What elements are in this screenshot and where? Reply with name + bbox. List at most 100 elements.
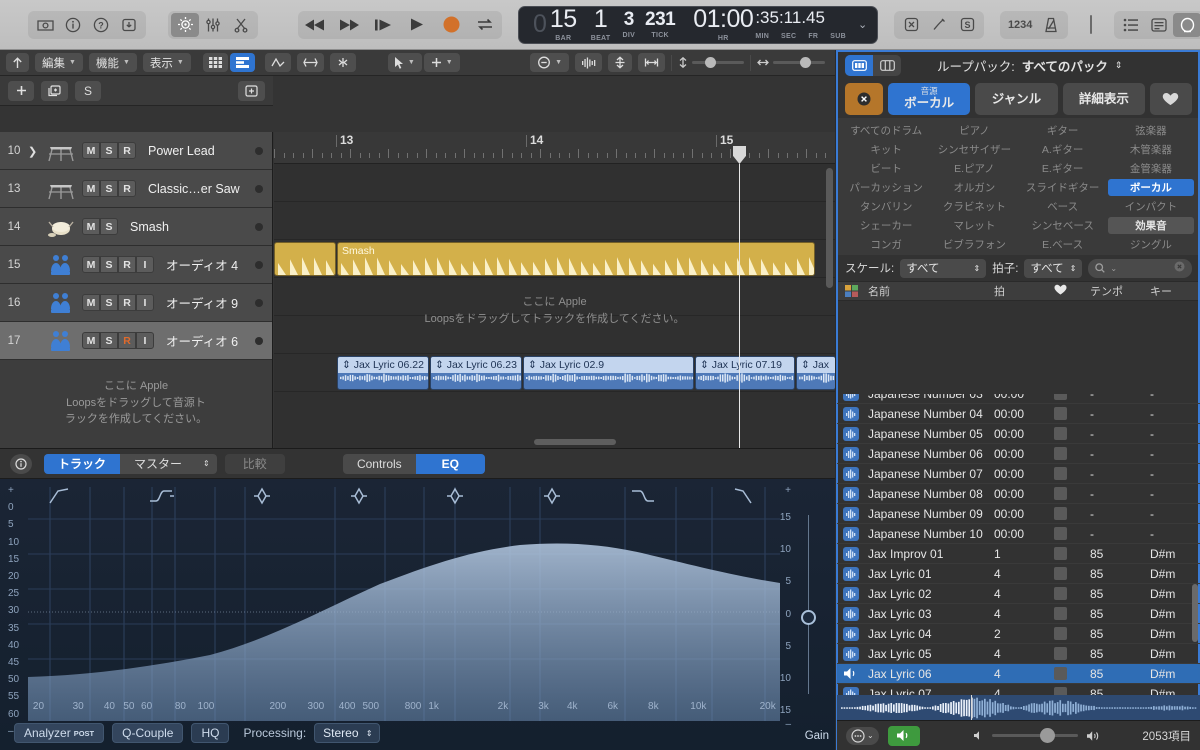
- loop-favorite-checkbox[interactable]: [1054, 607, 1090, 620]
- loop-pack-selector[interactable]: ループパック: すべてのパック ⇕: [937, 56, 1122, 75]
- track-row[interactable]: 10 ❯ M S R Power Lead: [0, 132, 272, 170]
- horizontal-zoom-icon[interactable]: [638, 53, 665, 72]
- loop-category[interactable]: シンセベース: [1020, 217, 1106, 234]
- track-record-dot[interactable]: [255, 223, 263, 231]
- notes-icon[interactable]: [1145, 13, 1173, 37]
- track-config-button[interactable]: [238, 81, 265, 101]
- loop-row[interactable]: Jax Lyric 07 4 85 D#m: [837, 684, 1200, 695]
- highpass-icon[interactable]: [48, 487, 72, 508]
- track-i-button[interactable]: I: [136, 294, 154, 311]
- track-record-dot[interactable]: [255, 337, 263, 345]
- loop-category[interactable]: 金管楽器: [1108, 160, 1194, 177]
- view-menu[interactable]: 表示 ▼: [143, 53, 191, 72]
- loop-favorite-checkbox[interactable]: [1054, 567, 1090, 580]
- favorites-icon[interactable]: [1150, 83, 1192, 115]
- rewind-icon[interactable]: [301, 13, 329, 37]
- eq-scope-tabs[interactable]: トラック マスター ⇕: [44, 454, 217, 474]
- bell-icon[interactable]: [443, 487, 467, 508]
- lowpass-icon[interactable]: [733, 487, 757, 508]
- canvas-horizontal-scrollbar[interactable]: [534, 439, 616, 445]
- go-to-start-icon[interactable]: [369, 13, 397, 37]
- q-couple-button[interactable]: Q-Couple: [112, 723, 183, 743]
- audio-loop-icon[interactable]: [837, 687, 865, 696]
- gain-slider-track[interactable]: [808, 515, 809, 694]
- loop-category[interactable]: スライドギター: [1020, 179, 1106, 196]
- fade-icon[interactable]: [330, 53, 356, 72]
- edit-menu[interactable]: 編集 ▼: [35, 53, 83, 72]
- horizontal-zoom-slider[interactable]: [757, 58, 825, 67]
- command-tool-icon[interactable]: ▼: [424, 53, 460, 72]
- record-icon[interactable]: [437, 13, 465, 37]
- loop-favorite-checkbox[interactable]: [1054, 467, 1090, 480]
- track-i-button[interactable]: I: [136, 332, 154, 349]
- track-r-button[interactable]: R: [118, 180, 136, 197]
- region[interactable]: ⇕ Jax Lyric 02.9: [523, 356, 694, 390]
- loop-row[interactable]: Jax Lyric 05 4 85 D#m: [837, 644, 1200, 664]
- master-level-meter[interactable]: [1090, 15, 1092, 34]
- loop-row[interactable]: Jax Lyric 03 4 85 D#m: [837, 604, 1200, 624]
- loop-favorite-checkbox[interactable]: [1054, 447, 1090, 460]
- speaker-icon[interactable]: [888, 726, 920, 746]
- meter-select[interactable]: すべて ⇕: [1024, 259, 1082, 278]
- loop-favorite-checkbox[interactable]: [1054, 627, 1090, 640]
- vertical-zoom-slider[interactable]: [678, 57, 744, 68]
- canvas-vertical-scrollbar[interactable]: [826, 168, 833, 288]
- loop-category[interactable]: ベース: [1020, 198, 1106, 215]
- track-r-button[interactable]: R: [118, 332, 136, 349]
- bell-icon[interactable]: [250, 487, 274, 508]
- add-track-button[interactable]: [8, 81, 34, 101]
- loop-category[interactable]: オルガン: [931, 179, 1017, 196]
- track-i-button[interactable]: I: [136, 256, 154, 273]
- track-s-button[interactable]: S: [100, 332, 118, 349]
- grid-view-icon[interactable]: [203, 53, 228, 72]
- audio-icon[interactable]: [42, 288, 80, 318]
- loop-category[interactable]: ジングル: [1108, 236, 1194, 253]
- loop-category[interactable]: クラビネット: [931, 198, 1017, 215]
- automation-icon[interactable]: [265, 53, 291, 72]
- tab-master[interactable]: マスター: [120, 454, 196, 474]
- compare-button[interactable]: 比較: [225, 454, 285, 474]
- track-m-button[interactable]: M: [82, 256, 100, 273]
- track-row[interactable]: 13 M S R Classic…er Saw: [0, 170, 272, 208]
- audio-loop-icon[interactable]: [837, 567, 865, 581]
- track-m-button[interactable]: M: [82, 332, 100, 349]
- tuner-icon[interactable]: [925, 13, 953, 37]
- loop-category[interactable]: マレット: [931, 217, 1017, 234]
- audio-loop-icon[interactable]: [837, 447, 865, 461]
- mixer-icon[interactable]: [199, 13, 227, 37]
- info-icon[interactable]: [59, 13, 87, 37]
- audio-loop-icon[interactable]: [837, 627, 865, 641]
- track-disclosure-icon[interactable]: ❯: [28, 144, 42, 158]
- eq-view-tabs[interactable]: Controls EQ: [343, 454, 485, 474]
- track-m-button[interactable]: M: [82, 294, 100, 311]
- search-chevron-icon[interactable]: ⌄: [1110, 264, 1117, 273]
- loop-row[interactable]: Japanese Number 06 00:00- -: [837, 444, 1200, 464]
- options-icon[interactable]: ⌄: [846, 727, 879, 745]
- loop-row[interactable]: Jax Improv 01 1 85 D#m: [837, 544, 1200, 564]
- loop-category[interactable]: ビート: [843, 160, 929, 177]
- track-name[interactable]: Power Lead: [148, 144, 255, 158]
- loop-category[interactable]: ビブラフォン: [931, 236, 1017, 253]
- hq-button[interactable]: HQ: [191, 723, 229, 743]
- track-name[interactable]: オーディオ 9: [166, 293, 255, 312]
- loop-favorite-checkbox[interactable]: [1054, 667, 1090, 680]
- track-record-dot[interactable]: [255, 147, 263, 155]
- loop-category[interactable]: インパクト: [1108, 198, 1194, 215]
- low-latency-icon[interactable]: [897, 13, 925, 37]
- loop-row[interactable]: Japanese Number 10 00:00- -: [837, 524, 1200, 544]
- loop-favorite-checkbox[interactable]: [1054, 687, 1090, 695]
- gain-slider-knob[interactable]: [801, 610, 816, 625]
- track-s-button[interactable]: S: [100, 142, 118, 159]
- count-in-label[interactable]: 1234: [1003, 13, 1037, 37]
- forward-icon[interactable]: [335, 13, 363, 37]
- lcd-display[interactable]: 0 15 BAR 1 BEAT 3 DIV 231 TICK 01:00 HR: [518, 6, 878, 44]
- reset-x-icon[interactable]: [845, 83, 883, 115]
- track-m-button[interactable]: M: [82, 142, 100, 159]
- audio-loop-icon[interactable]: [837, 507, 865, 521]
- button-view-icon[interactable]: [845, 55, 873, 76]
- col-tempo[interactable]: テンポ: [1090, 283, 1150, 299]
- functions-menu[interactable]: 機能 ▼: [89, 53, 137, 72]
- pointer-tool-icon[interactable]: ▼: [388, 53, 422, 72]
- track-record-dot[interactable]: [255, 261, 263, 269]
- loop-category[interactable]: A.ギター: [1020, 141, 1106, 158]
